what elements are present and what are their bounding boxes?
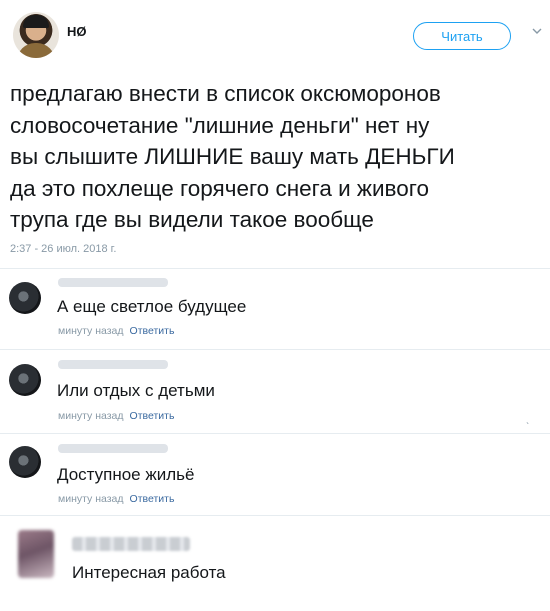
author-name[interactable]: HØ <box>67 24 87 39</box>
reply-meta: минуту назад Ответить <box>58 325 174 337</box>
reply-text: Доступное жильё <box>57 465 195 484</box>
reply-button[interactable]: Ответить <box>130 410 175 422</box>
tweet-text: предлагаю внести в список оксюморонов сл… <box>10 81 455 232</box>
comment-author-name[interactable] <box>72 537 190 551</box>
divider <box>0 515 550 516</box>
reply-time: минуту назад <box>58 493 124 505</box>
reply-button[interactable]: Ответить <box>130 493 175 505</box>
reply-meta: минуту назад Ответить <box>58 410 174 422</box>
comment-text: Интересная работа <box>72 563 226 582</box>
reply-author-name[interactable] <box>58 278 168 287</box>
follow-button[interactable]: Читать <box>413 22 511 50</box>
divider <box>0 433 550 434</box>
reply-time: минуту назад <box>58 325 124 337</box>
chevron-down-icon[interactable] <box>532 26 542 36</box>
reply-avatar[interactable] <box>9 282 41 314</box>
reply-text: А еще светлое будущее <box>57 297 247 316</box>
reply-author-name[interactable] <box>58 360 168 369</box>
comment-avatar[interactable] <box>18 530 54 578</box>
reply-avatar[interactable] <box>9 446 41 478</box>
reply-meta: минуту назад Ответить <box>58 493 174 505</box>
reply-author-name[interactable] <box>58 444 168 453</box>
divider <box>0 349 550 350</box>
reply-text: Или отдых с детьми <box>57 381 215 400</box>
tweet-timestamp[interactable]: 2:37 - 26 июл. 2018 г. <box>10 243 116 255</box>
avatar-hat <box>23 15 49 28</box>
author-avatar[interactable] <box>13 12 59 58</box>
reply-time: минуту назад <box>58 410 124 422</box>
divider <box>0 268 550 269</box>
reply-button[interactable]: Ответить <box>130 325 175 337</box>
tick-icon: ˎ <box>526 413 530 425</box>
reply-avatar[interactable] <box>9 364 41 396</box>
avatar-coat <box>17 43 55 58</box>
